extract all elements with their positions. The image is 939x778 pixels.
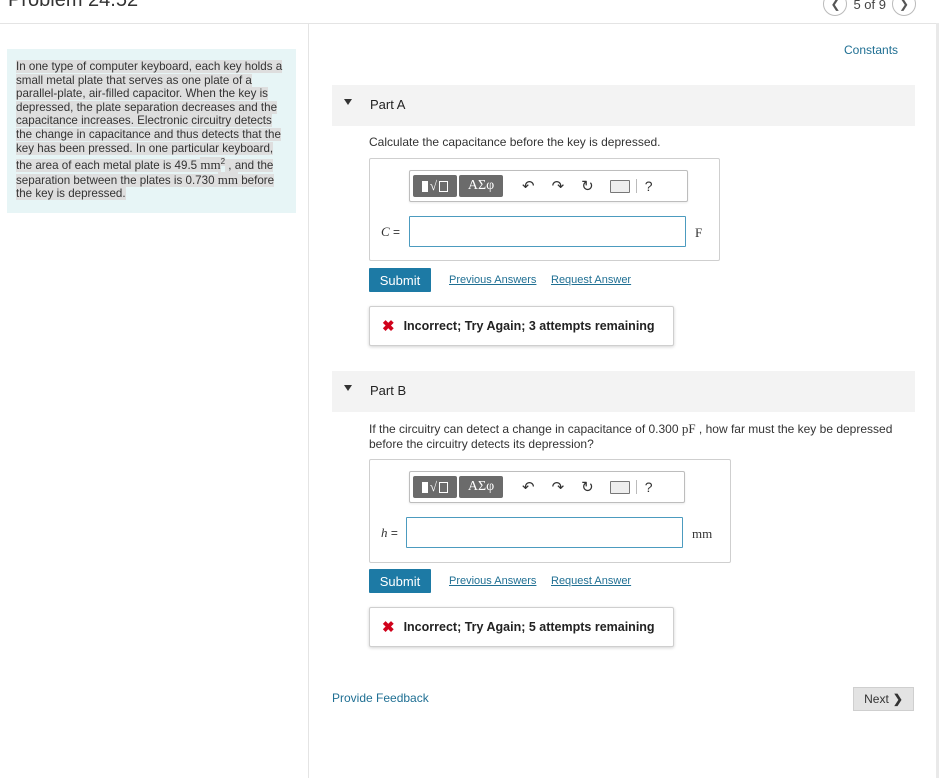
part-a-math-toolbar: √ ΑΣφ ↶ ↷ ↻ ? [409, 170, 688, 202]
collapse-triangle-icon[interactable] [344, 99, 352, 105]
problem-title: Problem 24.52 [8, 0, 139, 11]
keyboard-icon[interactable] [609, 480, 630, 494]
part-a-var-name: C [381, 224, 390, 239]
part-b-question-unit: pF [681, 421, 696, 436]
part-b-submit-button[interactable]: Submit [369, 569, 431, 593]
chevron-left-icon[interactable]: ❮ [823, 0, 848, 16]
templates-button[interactable]: √ [413, 175, 457, 197]
pager-text: 5 of 9 [853, 0, 886, 12]
part-b-feedback: ✖ Incorrect; Try Again; 5 attempts remai… [369, 607, 674, 647]
part-b-header[interactable]: Part B [332, 371, 915, 412]
part-a-question: Calculate the capacitance before the key… [369, 135, 661, 149]
part-b-feedback-text: Incorrect; Try Again; 5 attempts remaini… [403, 620, 655, 634]
greek-symbols-button[interactable]: ΑΣφ [459, 175, 503, 197]
greek-symbols-button[interactable]: ΑΣφ [459, 476, 503, 498]
undo-arrow-icon[interactable]: ↶ [522, 478, 535, 496]
part-b-request-answer-link[interactable]: Request Answer [551, 575, 631, 587]
part-a-var-eq: = [389, 225, 401, 239]
part-b-question-text-1: If the circuitry can detect a change in … [369, 422, 682, 436]
part-a-label: Part A [370, 97, 406, 112]
part-a-submit-button[interactable]: Submit [369, 268, 431, 292]
help-button[interactable]: ? [645, 178, 653, 194]
incorrect-x-icon: ✖ [382, 318, 395, 335]
top-bar: Problem 24.52 ❮ 5 of 9 ❯ [0, 0, 939, 24]
collapse-triangle-icon[interactable] [344, 385, 352, 391]
part-b-question: If the circuitry can detect a change in … [369, 421, 904, 452]
templates-icon: √ [421, 178, 449, 194]
part-a-feedback: ✖ Incorrect; Try Again; 3 attempts remai… [369, 306, 674, 346]
part-a-previous-answers-link[interactable]: Previous Answers [449, 274, 536, 286]
part-b-math-toolbar: √ ΑΣφ ↶ ↷ ↻ ? [409, 471, 685, 503]
part-a-answer-panel: √ ΑΣφ ↶ ↷ ↻ ? C = F [369, 158, 720, 261]
part-b-var-eq: = [387, 526, 398, 540]
next-button[interactable]: Next ❯ [853, 687, 914, 711]
part-b-unit: mm [692, 526, 713, 541]
part-a-request-answer-link[interactable]: Request Answer [551, 274, 631, 286]
help-button[interactable]: ? [645, 479, 653, 495]
chevron-right-icon[interactable]: ❯ [892, 0, 916, 16]
keyboard-icon[interactable] [609, 179, 630, 193]
problem-text-1: In one type of computer keyboard, each k… [16, 60, 283, 173]
part-a-header[interactable]: Part A [332, 85, 915, 126]
redo-arrow-icon[interactable]: ↷ [552, 478, 565, 496]
templates-icon: √ [421, 479, 449, 495]
separation-unit: mm [217, 171, 238, 187]
column-divider [308, 23, 309, 778]
part-a-feedback-text: Incorrect; Try Again; 3 attempts remaini… [403, 319, 655, 333]
reset-icon[interactable]: ↻ [581, 478, 594, 496]
reset-icon[interactable]: ↻ [581, 177, 594, 195]
area-unit: mm [200, 157, 221, 173]
redo-arrow-icon[interactable]: ↷ [552, 177, 565, 195]
templates-button[interactable]: √ [413, 476, 457, 498]
toolbar-separator [635, 179, 637, 193]
part-b-previous-answers-link[interactable]: Previous Answers [449, 575, 536, 587]
undo-arrow-icon[interactable]: ↶ [522, 177, 535, 195]
part-a-answer-input[interactable] [409, 216, 686, 247]
part-b-label: Part B [370, 383, 407, 398]
toolbar-separator [635, 480, 637, 494]
constants-link[interactable]: Constants [844, 43, 898, 57]
part-a-variable-label: C = [381, 224, 400, 240]
problem-statement: In one type of computer keyboard, each k… [16, 60, 288, 201]
problem-pager: ❮ 5 of 9 ❯ [823, 0, 916, 16]
incorrect-x-icon: ✖ [382, 619, 395, 636]
provide-feedback-link[interactable]: Provide Feedback [332, 691, 429, 705]
part-b-answer-input[interactable] [406, 517, 683, 548]
part-b-variable-label: h = [381, 525, 398, 541]
part-a-unit: F [695, 225, 703, 240]
part-b-answer-panel: √ ΑΣφ ↶ ↷ ↻ ? h = mm [369, 459, 731, 563]
next-label: Next [864, 692, 889, 706]
chevron-right-icon: ❯ [892, 692, 903, 706]
